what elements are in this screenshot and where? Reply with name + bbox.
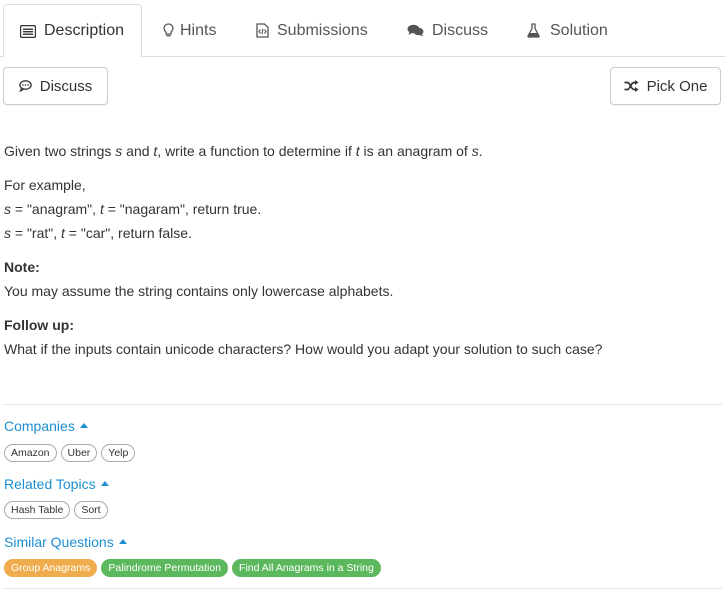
companies-tags: Amazon Uber Yelp <box>4 444 136 462</box>
followup-heading: Follow up: <box>4 317 74 333</box>
pick-one-button-label: Pick One <box>646 77 708 95</box>
caret-up-icon <box>79 422 88 428</box>
tab-discuss[interactable]: Discuss <box>407 4 488 57</box>
discuss-button-label: Discuss <box>39 77 93 95</box>
related-topics-title: Related Topics <box>4 476 96 492</box>
company-tag-amazon[interactable]: Amazon <box>4 444 57 462</box>
similar-questions-tags: Group Anagrams Palindrome Permutation Fi… <box>4 559 381 577</box>
tab-solution-label: Solution <box>550 21 608 39</box>
lightbulb-icon <box>163 23 174 38</box>
note-text: You may assume the string contains only … <box>4 283 394 299</box>
discuss-button[interactable]: Discuss <box>3 67 108 105</box>
tab-submissions[interactable]: Submissions <box>256 4 368 57</box>
pick-one-button[interactable]: Pick One <box>610 67 721 105</box>
topic-tag-sort[interactable]: Sort <box>74 501 108 519</box>
tab-solution[interactable]: Solution <box>527 4 608 57</box>
similar-question-palindrome-permutation[interactable]: Palindrome Permutation <box>101 559 229 577</box>
divider-bottom <box>4 588 722 589</box>
tab-submissions-label: Submissions <box>277 21 368 39</box>
comments-icon <box>407 24 424 37</box>
flask-icon <box>527 23 540 38</box>
topic-tag-hash-table[interactable]: Hash Table <box>4 501 71 519</box>
similar-questions-toggle[interactable]: Similar Questions <box>4 534 127 550</box>
tab-hints[interactable]: Hints <box>163 4 216 57</box>
similar-questions-title: Similar Questions <box>4 534 114 550</box>
companies-title: Companies <box>4 418 75 434</box>
related-topics-tags: Hash Table Sort <box>4 501 108 519</box>
comment-icon <box>18 80 32 92</box>
problem-description: Given two strings s and t, write a funct… <box>4 139 719 361</box>
tab-discuss-label: Discuss <box>432 21 489 39</box>
tab-hints-label: Hints <box>180 21 217 39</box>
example-intro: For example, <box>4 177 86 193</box>
note-heading: Note: <box>4 259 40 275</box>
similar-question-find-all-anagrams[interactable]: Find All Anagrams in a String <box>232 559 381 577</box>
company-tag-uber[interactable]: Uber <box>60 444 98 462</box>
similar-question-group-anagrams[interactable]: Group Anagrams <box>4 559 98 577</box>
example-2: s = "rat", t = "car", return false. <box>4 225 192 241</box>
code-file-icon <box>256 23 269 38</box>
caret-up-icon <box>118 538 127 544</box>
tab-description-label: Description <box>44 22 125 39</box>
problem-tabs: Description Hints Submissions Discuss So… <box>0 0 725 58</box>
divider-top <box>4 404 722 405</box>
description-icon <box>20 24 36 38</box>
followup-text: What if the inputs contain unicode chara… <box>4 341 603 357</box>
example-1: s = "anagram", t = "nagaram", return tru… <box>4 201 262 217</box>
shuffle-icon <box>624 80 639 92</box>
caret-up-icon <box>100 480 109 486</box>
company-tag-yelp[interactable]: Yelp <box>101 444 136 462</box>
companies-toggle[interactable]: Companies <box>4 418 88 434</box>
problem-statement: Given two strings s and t, write a funct… <box>4 143 483 159</box>
tab-description[interactable]: Description <box>3 4 142 58</box>
related-topics-toggle[interactable]: Related Topics <box>4 476 109 492</box>
